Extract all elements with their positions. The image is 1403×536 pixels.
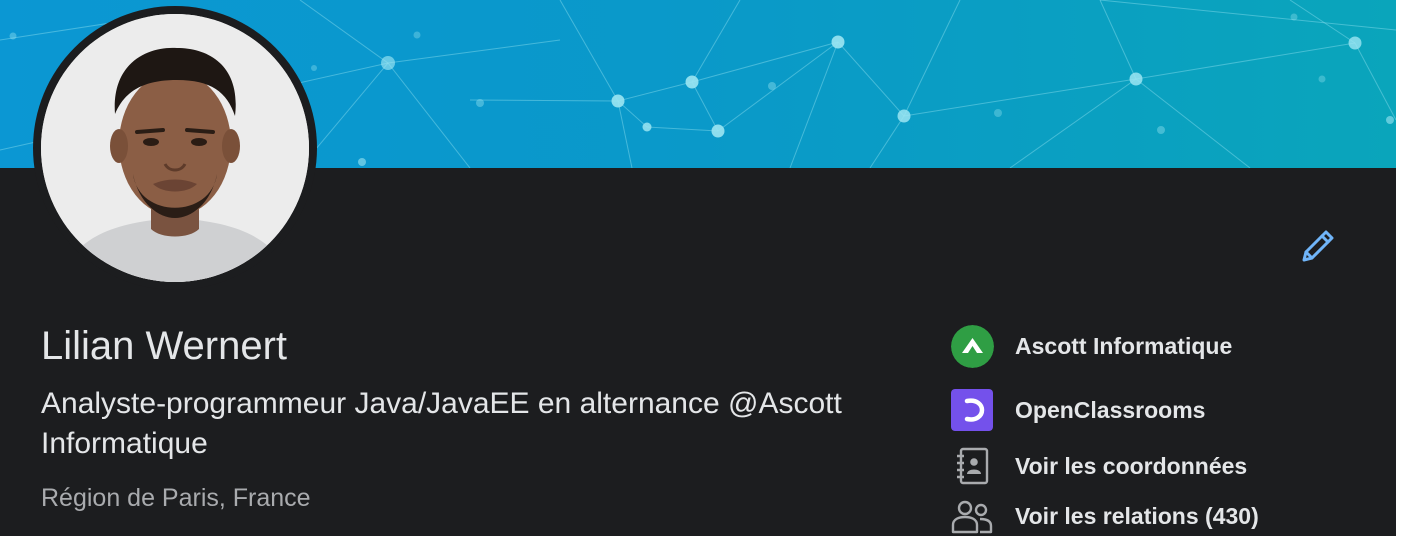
profile-location: Région de Paris, France	[41, 484, 311, 512]
page-edge	[1396, 0, 1403, 536]
ascott-logo-icon	[950, 324, 994, 368]
avatar[interactable]	[41, 14, 309, 282]
people-icon	[951, 500, 993, 534]
contact-book-icon	[957, 447, 989, 485]
sidebar-item-label: Ascott Informatique	[1015, 332, 1233, 359]
sidebar-item-ascott-informatique[interactable]: Ascott Informatique	[950, 324, 1232, 368]
profile-headline: Analyste-programmeur Java/JavaEE en alte…	[41, 387, 842, 460]
edit-profile-button[interactable]	[1298, 226, 1338, 266]
sidebar-item-contact-info[interactable]: Voir les coordonnées	[950, 444, 1247, 488]
openclassrooms-logo-icon	[951, 389, 993, 431]
profile-photo	[41, 14, 309, 282]
pencil-icon	[1302, 230, 1334, 262]
sidebar-item-label: Voir les coordonnées	[1015, 452, 1248, 479]
sidebar-item-connections[interactable]: Voir les relations (430)	[950, 494, 1259, 536]
profile-name: Lilian Wernert	[41, 324, 288, 368]
sidebar-item-openclassrooms[interactable]: OpenClassrooms	[950, 388, 1205, 432]
sidebar-item-label: Voir les relations (430)	[1015, 502, 1259, 529]
profile-card: Lilian Wernert Analyste-programmeur Java…	[0, 0, 1396, 536]
sidebar-item-label: OpenClassrooms	[1015, 396, 1206, 423]
